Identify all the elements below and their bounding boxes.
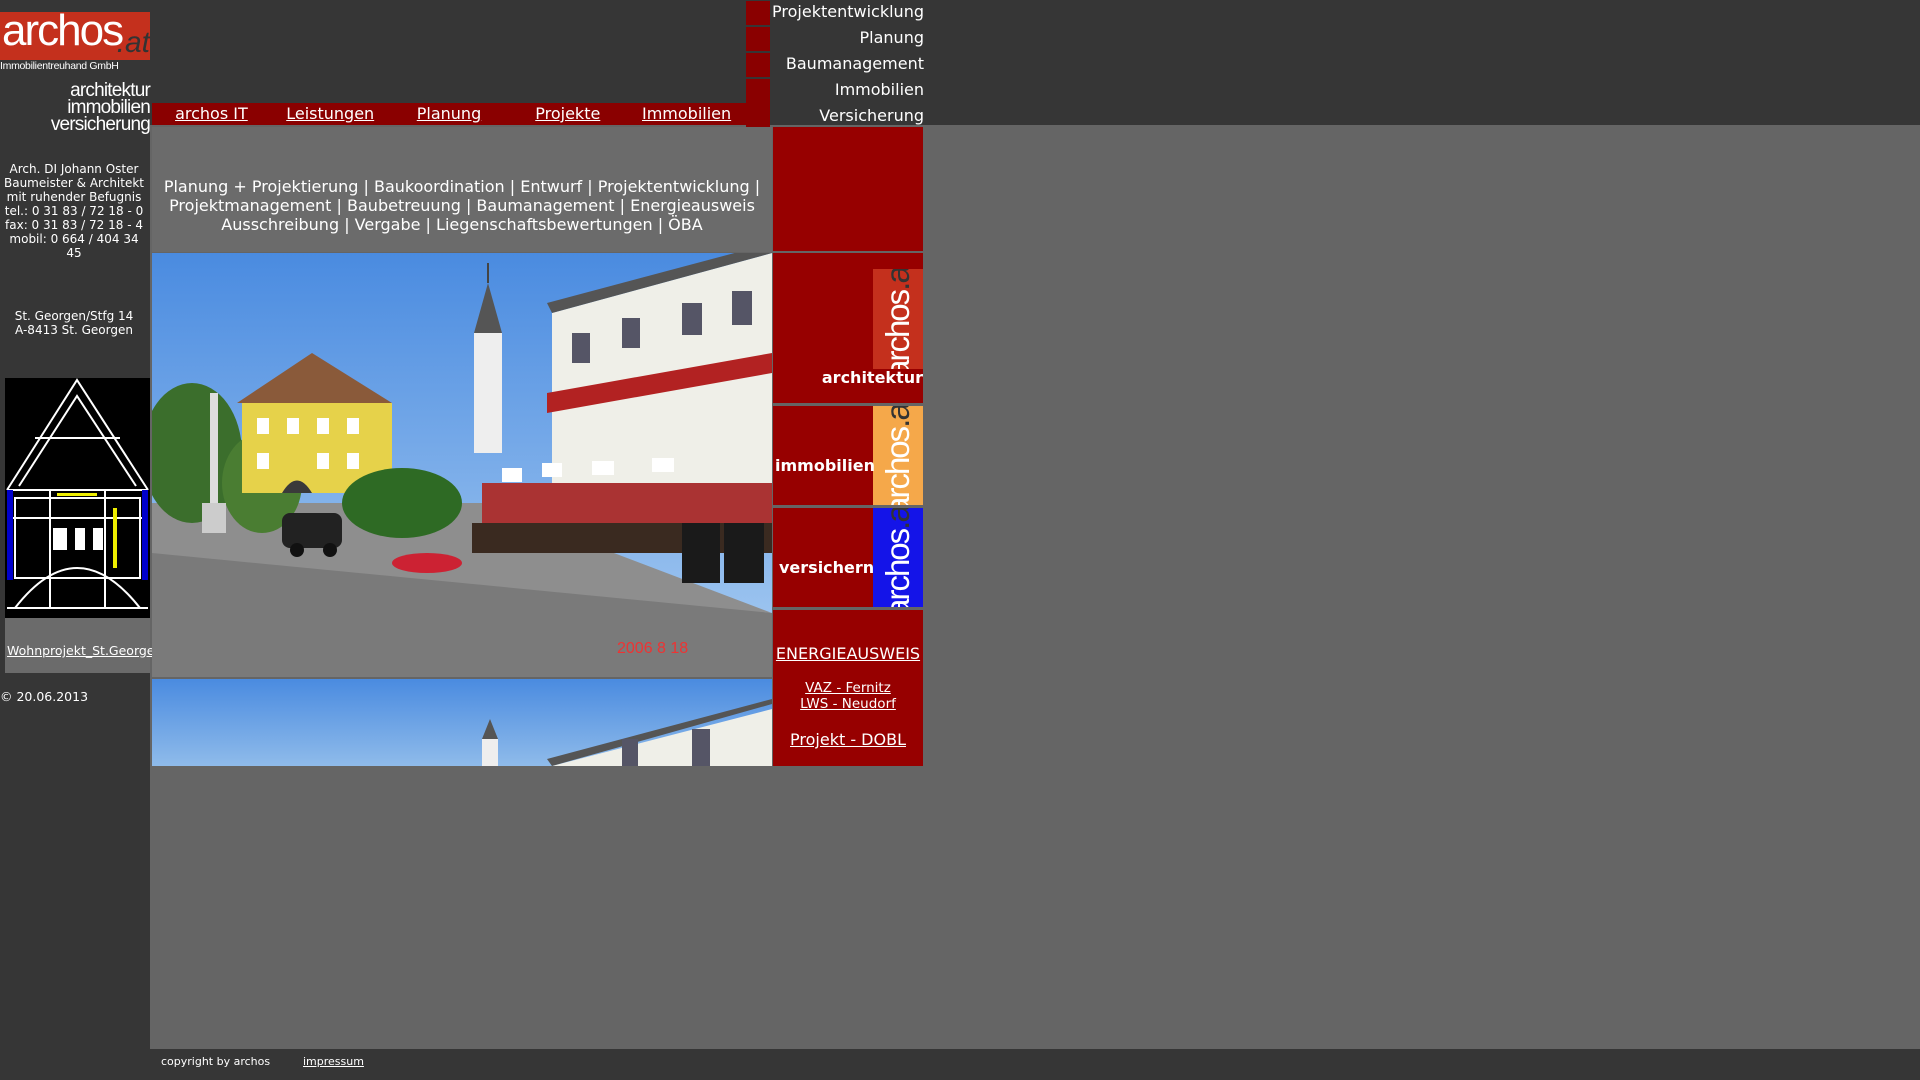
address-line: A-8413 St. Georgen [15,323,133,337]
top-nav-label[interactable]: Versicherung [819,106,924,125]
vertical-word: archos.at [879,508,916,607]
street-scene-image: 2006 8 18 [152,253,772,677]
archos-vertical-logo: archos.at [873,508,923,607]
impressum-link[interactable]: impressum [303,1055,364,1068]
contact-line: Arch. DI Johann Oster [9,162,139,176]
top-nav-item-baumanagement[interactable]: Baumanagement [746,52,924,78]
top-nav-label[interactable]: Projektentwicklung [772,2,924,21]
services-line: Planung + Projektierung | Baukoordinatio… [163,177,761,196]
top-nav-label[interactable]: Baumanagement [786,54,924,73]
logo-at: .at [116,26,150,59]
top-nav-item-projektentwicklung[interactable]: Projektentwicklung [746,0,924,26]
tagline-line: versicherung [50,114,151,135]
projekt-dobl-link[interactable]: Projekt - DOBL [773,730,923,749]
energieausweis-link[interactable]: ENERGIEAUSWEIS [773,644,923,663]
archos-vertical-logo: archos.at [873,269,923,369]
top-nav-label[interactable]: Planung [860,28,924,47]
top-nav: Projektentwicklung Planung Baumanagement… [746,0,924,130]
footer-copyright: copyright by archos [161,1055,271,1068]
contact-line: Baumeister & Architekt [3,176,144,190]
main-menu: archos IT Leistungen Planung Projekte Im… [152,103,746,125]
nav-square-icon [746,27,770,51]
logo-subtitle: Immobilientreuhand GmbH [0,60,119,72]
nav-square-icon [746,79,770,103]
architektur-panel[interactable]: archos.at architektur [773,253,923,403]
top-nav-item-immobilien[interactable]: Immobilien [746,78,924,104]
street-photo: 2006 8 18 [152,253,772,677]
vaz-fernitz-link[interactable]: VAZ - Fernitz [773,680,923,696]
services-text: Planung + Projektierung | Baukoordinatio… [152,127,772,252]
services-line: Projektmanagement | Baubetreuung | Bauma… [169,196,755,215]
contact-line: 45 [66,246,82,260]
menu-item-immobilien[interactable]: Immobilien [627,103,746,125]
versichern-panel[interactable]: archos.at versichern [773,508,923,607]
immobilien-panel[interactable]: archos.at immobilien [773,406,923,505]
menu-item-projekte[interactable]: Projekte [508,103,627,125]
vertical-word: archos.at [879,406,916,505]
immobilien-label[interactable]: immobilien [775,456,875,475]
building-section-drawing [5,378,150,618]
red-panel-top [773,127,923,251]
address-line: St. Georgen/Stfg 14 [14,309,134,323]
contact-info: Arch. DI Johann Oster Baumeister & Archi… [0,162,148,260]
project-teaser[interactable]: Wohnprojekt_St.Georgen [5,378,162,673]
footer: copyright by archos impressum [150,1049,1920,1080]
nav-square-icon [746,53,770,77]
vertical-word: archos.at [879,269,916,369]
contact-line: tel.: 0 31 83 / 72 18 - 0 [4,204,144,218]
menu-item-archos-it[interactable]: archos IT [152,103,271,125]
address: St. Georgen/Stfg 14 A-8413 St. Georgen [0,309,148,337]
logo-word: archos [2,12,124,55]
photo-date-stamp: 2006 8 18 [617,640,688,657]
menu-item-leistungen[interactable]: Leistungen [271,103,390,125]
top-nav-label[interactable]: Immobilien [835,80,924,99]
archos-logo[interactable]: archos .at [0,12,150,60]
archos-vertical-logo: archos.at [873,406,923,505]
menu-item-planung[interactable]: Planung [390,103,509,125]
top-nav-item-planung[interactable]: Planung [746,26,924,52]
project-link[interactable]: Wohnprojekt_St.Georgen [7,643,162,658]
lws-neudorf-link[interactable]: LWS - Neudorf [773,696,923,712]
services-line: Ausschreibung | Vergabe | Liegenschaftsb… [221,215,703,234]
street-scene-image-2 [152,679,772,766]
versichern-label[interactable]: versichern [779,558,874,577]
nav-square-icon [746,1,770,25]
last-updated-date: © 20.06.2013 [0,689,89,704]
architektur-label[interactable]: architektur [822,368,923,387]
links-panel: ENERGIEAUSWEIS VAZ - Fernitz LWS - Neudo… [773,610,923,766]
menu-end-block [746,103,770,125]
contact-line: mit ruhender Befugnis [6,190,142,204]
street-photo-second [152,679,772,766]
tagline: architektur immobilien versicherung [0,81,151,135]
contact-line: mobil: 0 664 / 404 34 [9,232,139,246]
contact-line: fax: 0 31 83 / 72 18 - 4 [5,218,143,232]
